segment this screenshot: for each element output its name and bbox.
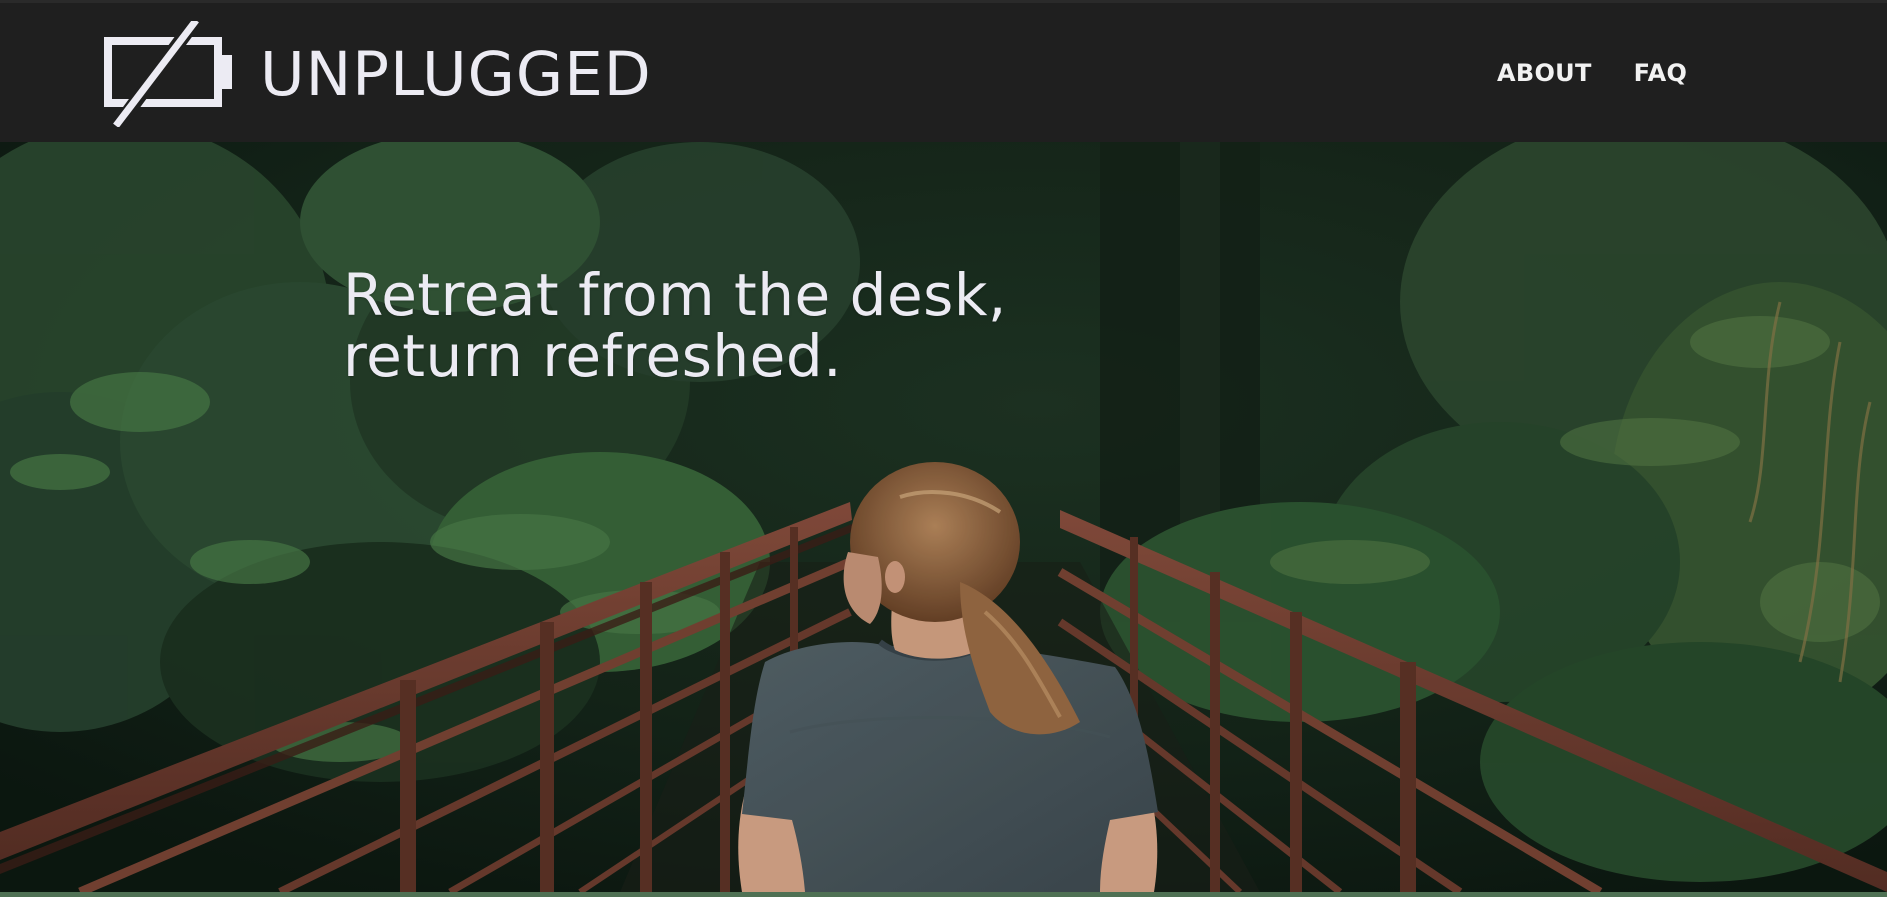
- nav-link-about[interactable]: ABOUT: [1497, 59, 1592, 87]
- bottom-strip: [0, 892, 1887, 897]
- main-nav: ABOUT FAQ: [1497, 59, 1687, 87]
- hero-section: Retreat from the desk, return refreshed.: [0, 142, 1887, 892]
- nav-link-faq[interactable]: FAQ: [1634, 59, 1688, 87]
- hero-headline-line-1: Retreat from the desk,: [343, 261, 1007, 329]
- hero-image: [0, 142, 1887, 892]
- hero-headline-line-2: return refreshed.: [343, 322, 843, 390]
- page: UNPLUGGED ABOUT FAQ Retreat from the des…: [0, 0, 1887, 897]
- brand-name: UNPLUGGED: [260, 38, 652, 110]
- site-header: UNPLUGGED ABOUT FAQ: [0, 0, 1887, 142]
- unplugged-battery-icon: [104, 21, 232, 127]
- hero-headline: Retreat from the desk, return refreshed.: [343, 265, 1007, 387]
- brand-logo-link[interactable]: UNPLUGGED: [104, 21, 652, 127]
